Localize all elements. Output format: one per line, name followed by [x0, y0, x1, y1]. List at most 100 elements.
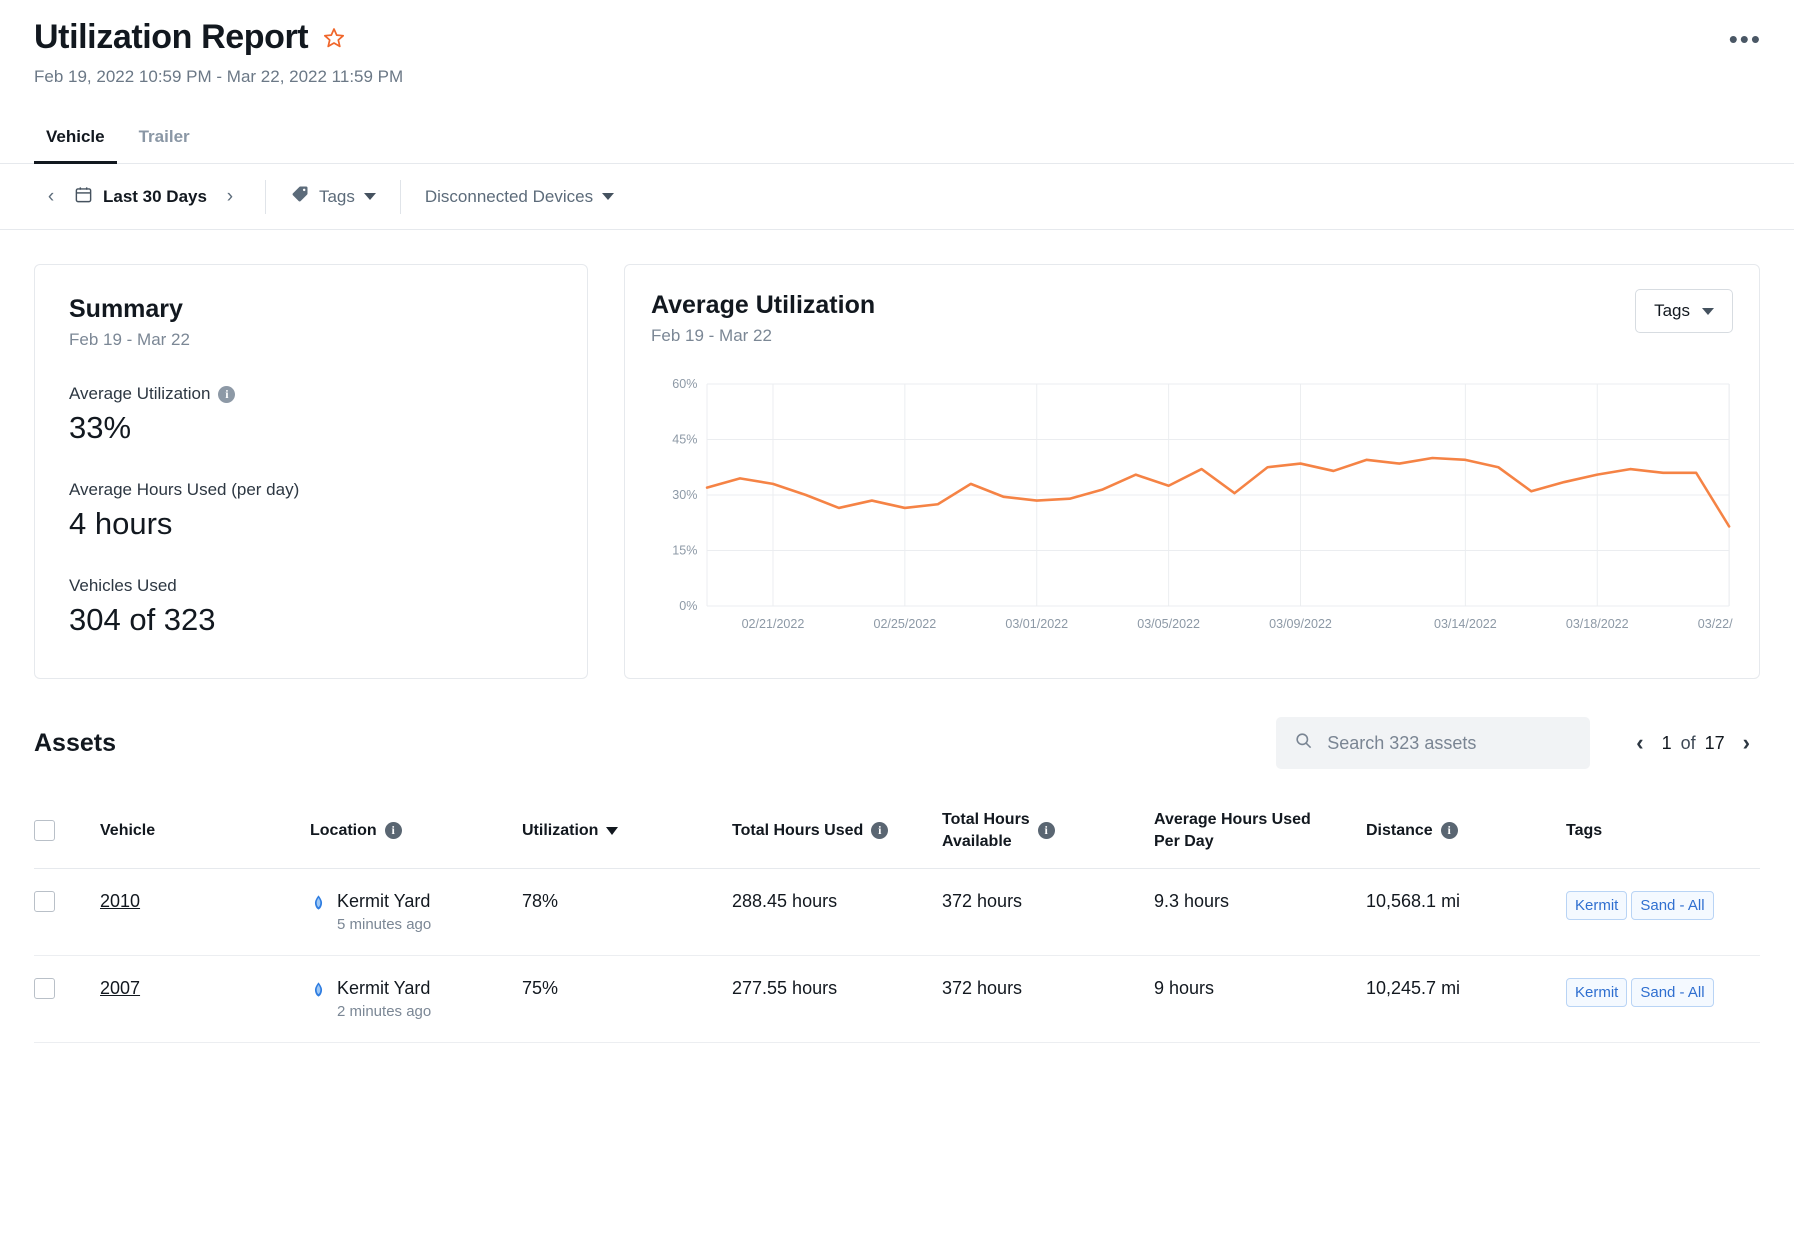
tag-chip[interactable]: Kermit — [1566, 978, 1627, 1007]
cell-total-hours-used: 288.45 hours — [732, 869, 942, 956]
chart-data-line — [707, 458, 1729, 526]
prev-period-button[interactable]: ‹ — [34, 180, 68, 214]
cell-total-hours-used: 277.55 hours — [732, 956, 942, 1043]
cell-location: Kermit Yard 5 minutes ago — [310, 869, 522, 956]
more-options-button[interactable]: ••• — [1721, 28, 1770, 50]
cell-vehicle: 2007 — [100, 956, 310, 1043]
tag-chip[interactable]: Sand - All — [1631, 978, 1713, 1007]
assets-header-controls: ‹ 1 of 17 › — [1276, 717, 1760, 769]
title-row: Utilization Report — [34, 18, 1760, 57]
info-icon[interactable]: i — [218, 386, 235, 403]
th-label-line2: Per Day — [1154, 831, 1311, 853]
metric-label-text: Vehicles Used — [69, 576, 177, 596]
chart-x-tick-labels: 02/21/202202/25/202203/01/202203/05/2022… — [742, 616, 1733, 631]
svg-text:45%: 45% — [672, 431, 697, 446]
location-name: Kermit Yard — [337, 891, 431, 912]
location-name: Kermit Yard — [337, 978, 431, 999]
cell-utilization: 78% — [522, 869, 732, 956]
metric-label-text: Average Hours Used (per day) — [69, 480, 299, 500]
th-average-hours-per-day[interactable]: Average Hours Used Per Day — [1154, 795, 1366, 869]
row-checkbox[interactable] — [34, 891, 55, 912]
page-next-button[interactable]: › — [1733, 726, 1760, 760]
page-current: 1 — [1662, 733, 1672, 753]
svg-text:02/21/2022: 02/21/2022 — [742, 616, 805, 631]
metric-value: 33% — [69, 410, 553, 446]
metric-value: 4 hours — [69, 506, 553, 542]
th-distance[interactable]: Distance i — [1366, 795, 1566, 869]
search-input[interactable] — [1327, 733, 1572, 754]
chart-tags-dropdown[interactable]: Tags — [1635, 289, 1733, 333]
select-all-checkbox[interactable] — [34, 820, 55, 841]
summary-subheading: Feb 19 - Mar 22 — [69, 330, 553, 350]
th-total-hours-used[interactable]: Total Hours Used i — [732, 795, 942, 869]
tab-trailer[interactable]: Trailer — [127, 117, 202, 164]
table-row[interactable]: 2010 Kermit Yard 5 minutes ago — [34, 869, 1760, 956]
assets-table-body: 2010 Kermit Yard 5 minutes ago — [34, 869, 1760, 1043]
date-range-label: Last 30 Days — [103, 187, 207, 207]
utilization-line-chart: 0%15%30%45%60% 02/21/202202/25/202203/01… — [651, 376, 1733, 646]
cell-average-hours-per-day: 9.3 hours — [1154, 869, 1366, 956]
cell-total-hours-available: 372 hours — [942, 869, 1154, 956]
th-location[interactable]: Location i — [310, 795, 522, 869]
svg-text:03/09/2022: 03/09/2022 — [1269, 616, 1332, 631]
filter-divider-1 — [265, 180, 266, 214]
cell-distance: 10,568.1 mi — [1366, 869, 1566, 956]
tag-chip[interactable]: Sand - All — [1631, 891, 1713, 920]
search-icon — [1294, 731, 1313, 755]
chart-subheading: Feb 19 - Mar 22 — [651, 326, 1733, 346]
date-range-picker: ‹ Last 30 Days › — [34, 180, 247, 214]
disconnected-devices-filter[interactable]: Disconnected Devices — [419, 187, 620, 207]
svg-text:15%: 15% — [672, 542, 697, 557]
page-prev-button[interactable]: ‹ — [1626, 726, 1653, 760]
info-icon[interactable]: i — [1441, 822, 1458, 839]
chart-tags-label: Tags — [1654, 301, 1690, 321]
svg-text:02/25/2022: 02/25/2022 — [873, 616, 936, 631]
average-utilization-chart-card: Average Utilization Feb 19 - Mar 22 Tags… — [624, 264, 1760, 679]
page-total: 17 — [1705, 733, 1725, 753]
assets-pagination: ‹ 1 of 17 › — [1626, 726, 1760, 760]
row-checkbox[interactable] — [34, 978, 55, 999]
th-label: Utilization — [522, 822, 598, 840]
assets-table: Vehicle Location i Utilization Total Hou… — [34, 795, 1760, 1043]
metric-vehicles-used: Vehicles Used 304 of 323 — [69, 576, 553, 638]
assets-table-container: Vehicle Location i Utilization Total Hou… — [0, 795, 1794, 1043]
summary-heading: Summary — [69, 295, 553, 324]
filter-divider-2 — [400, 180, 401, 214]
svg-text:30%: 30% — [672, 487, 697, 502]
next-period-button[interactable]: › — [213, 180, 247, 214]
tag-chip[interactable]: Kermit — [1566, 891, 1627, 920]
assets-search-box[interactable] — [1276, 717, 1590, 769]
info-icon[interactable]: i — [385, 822, 402, 839]
th-utilization[interactable]: Utilization — [522, 795, 732, 869]
calendar-icon — [74, 185, 93, 209]
tab-vehicle[interactable]: Vehicle — [34, 117, 117, 164]
metric-label: Average Utilization i — [69, 384, 553, 404]
cell-distance: 10,245.7 mi — [1366, 956, 1566, 1043]
th-total-hours-available[interactable]: Total Hours Available i — [942, 795, 1154, 869]
date-range-button[interactable]: Last 30 Days — [68, 185, 213, 209]
metric-value: 304 of 323 — [69, 602, 553, 638]
tag-icon — [290, 184, 310, 209]
assets-header: Assets ‹ 1 of 17 › — [0, 679, 1794, 769]
th-label-line1: Total Hours — [942, 809, 1030, 831]
info-icon[interactable]: i — [1038, 822, 1055, 839]
info-icon[interactable]: i — [871, 822, 888, 839]
favorite-star-icon[interactable] — [322, 26, 346, 50]
svg-text:03/05/2022: 03/05/2022 — [1137, 616, 1200, 631]
cell-utilization: 75% — [522, 956, 732, 1043]
svg-text:60%: 60% — [672, 376, 697, 391]
metric-average-hours-used: Average Hours Used (per day) 4 hours — [69, 480, 553, 542]
vehicle-link[interactable]: 2010 — [100, 891, 140, 911]
th-vehicle[interactable]: Vehicle — [100, 795, 310, 869]
th-label: Vehicle — [100, 822, 155, 840]
th-tags[interactable]: Tags — [1566, 795, 1760, 869]
tags-filter[interactable]: Tags — [284, 184, 382, 209]
chart-plot-area: 0%15%30%45%60% 02/21/202202/25/202203/01… — [651, 376, 1733, 646]
summary-card: Summary Feb 19 - Mar 22 Average Utilizat… — [34, 264, 588, 679]
filter-bar: ‹ Last 30 Days › Tags Disconnected Devic… — [0, 164, 1794, 230]
chevron-down-icon — [1702, 308, 1714, 315]
page-indicator: 1 of 17 — [1662, 733, 1725, 754]
table-row[interactable]: 2007 Kermit Yard 2 minutes ago — [34, 956, 1760, 1043]
location-timestamp: 5 minutes ago — [337, 916, 431, 933]
vehicle-link[interactable]: 2007 — [100, 978, 140, 998]
